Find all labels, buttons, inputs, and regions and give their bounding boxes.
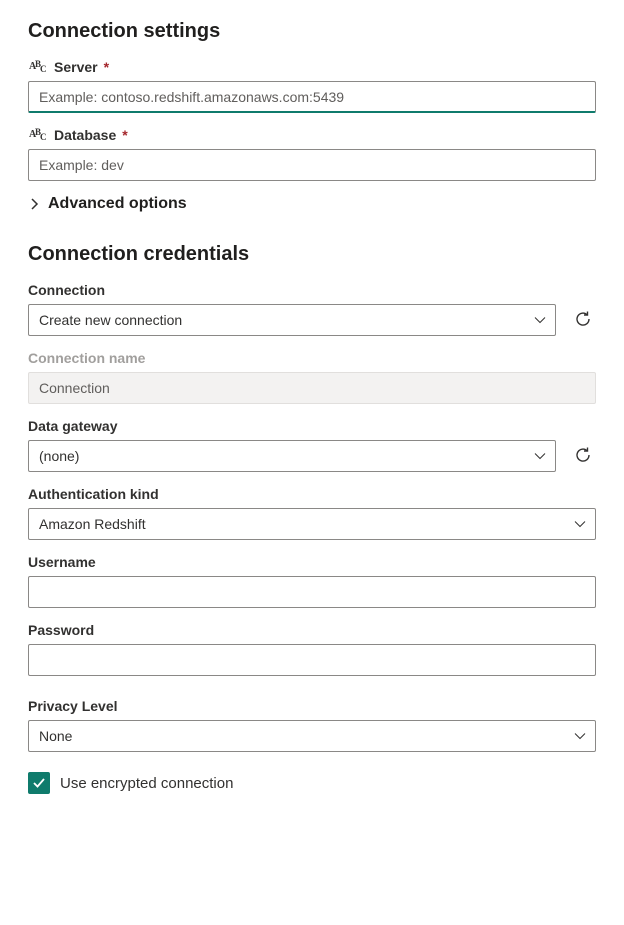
database-label: A B C Database * <box>28 127 596 143</box>
database-label-text: Database <box>54 127 116 143</box>
username-field-group: Username <box>28 554 596 608</box>
connection-select[interactable]: Create new connection <box>28 304 556 336</box>
connection-credentials-title: Connection credentials <box>28 243 596 266</box>
password-field-group: Password <box>28 622 596 676</box>
server-label: A B C Server * <box>28 59 596 75</box>
svg-text:C: C <box>40 132 47 142</box>
auth-kind-label: Authentication kind <box>28 486 596 502</box>
database-input[interactable] <box>28 149 596 181</box>
auth-kind-select[interactable]: Amazon Redshift <box>28 508 596 540</box>
connection-refresh-button[interactable] <box>570 306 596 332</box>
refresh-icon <box>573 445 593 465</box>
data-gateway-field-group: Data gateway (none) <box>28 418 556 472</box>
checkmark-icon <box>32 777 46 789</box>
required-indicator: * <box>104 59 109 75</box>
data-gateway-row: Data gateway (none) <box>28 418 596 472</box>
text-type-icon: A B C <box>28 59 48 75</box>
auth-kind-field-group: Authentication kind Amazon Redshift <box>28 486 596 540</box>
advanced-options-expander[interactable]: Advanced options <box>28 195 596 213</box>
privacy-label: Privacy Level <box>28 698 596 714</box>
svg-text:C: C <box>40 64 47 74</box>
connection-name-input <box>28 372 596 404</box>
gateway-refresh-button[interactable] <box>570 442 596 468</box>
password-label: Password <box>28 622 596 638</box>
connection-label: Connection <box>28 282 556 298</box>
password-input[interactable] <box>28 644 596 676</box>
connection-field-group: Connection Create new connection <box>28 282 556 336</box>
encrypted-checkbox-label: Use encrypted connection <box>60 775 233 792</box>
connection-name-field-group: Connection name <box>28 350 596 404</box>
connection-settings-section: Connection settings A B C Server * A B C <box>28 20 596 213</box>
encrypted-checkbox[interactable] <box>28 772 50 794</box>
server-input[interactable] <box>28 81 596 113</box>
privacy-select[interactable]: None <box>28 720 596 752</box>
username-label: Username <box>28 554 596 570</box>
connection-credentials-section: Connection credentials Connection Create… <box>28 243 596 794</box>
server-field-group: A B C Server * <box>28 59 596 113</box>
username-input[interactable] <box>28 576 596 608</box>
encrypted-checkbox-row: Use encrypted connection <box>28 772 596 794</box>
connection-settings-title: Connection settings <box>28 20 596 43</box>
connection-row: Connection Create new connection <box>28 282 596 336</box>
required-indicator: * <box>122 127 127 143</box>
text-type-icon: A B C <box>28 127 48 143</box>
advanced-options-label: Advanced options <box>48 195 187 213</box>
refresh-icon <box>573 309 593 329</box>
data-gateway-select[interactable]: (none) <box>28 440 556 472</box>
data-gateway-label: Data gateway <box>28 418 556 434</box>
privacy-field-group: Privacy Level None <box>28 698 596 752</box>
connection-name-label: Connection name <box>28 350 596 366</box>
server-label-text: Server <box>54 59 98 75</box>
database-field-group: A B C Database * <box>28 127 596 181</box>
chevron-right-icon <box>28 198 40 210</box>
